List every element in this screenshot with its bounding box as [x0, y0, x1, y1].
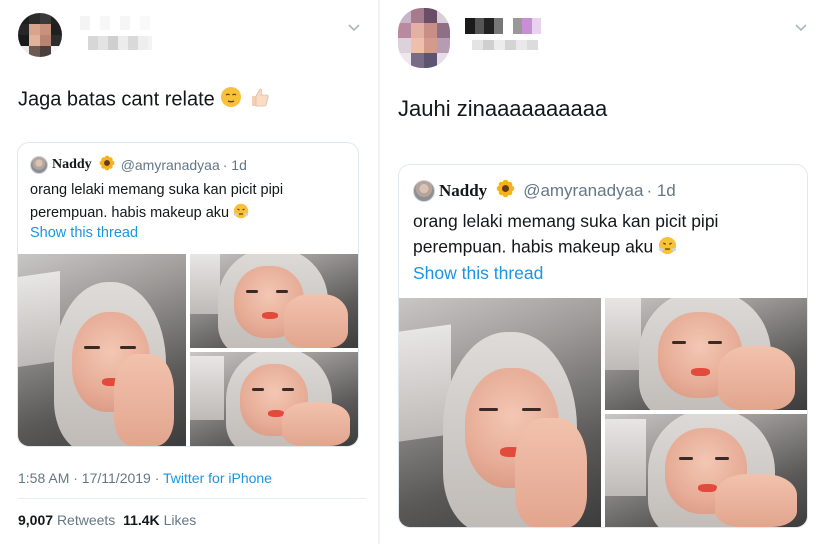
username[interactable] — [472, 40, 538, 50]
tweet-source[interactable]: Twitter for iPhone — [163, 470, 272, 486]
face-with-steam-emoji — [658, 236, 677, 260]
photo-2[interactable] — [605, 298, 807, 410]
media-grid[interactable] — [399, 298, 807, 527]
photo-3[interactable] — [190, 352, 358, 446]
quoted-tweet[interactable]: Naddy @amyranadyaa · 1d orang lelaki mem… — [398, 164, 808, 528]
media-grid[interactable] — [18, 254, 358, 446]
quoted-text-line1: orang lelaki memang suka kan picit pipi — [30, 182, 284, 198]
quoted-tweet[interactable]: Naddy @amyranadyaa · 1d orang lelaki mem… — [17, 142, 359, 447]
photo-1[interactable] — [18, 254, 186, 446]
quoted-text-line2: perempuan. habis makeup aku — [30, 203, 249, 223]
chevron-down-icon[interactable] — [794, 20, 808, 34]
tweet-text: Jauhi zinaaaaaaaaaa — [398, 96, 608, 121]
retweets-stat[interactable]: 9,007 Retweets — [18, 512, 115, 528]
quoted-time: · 1d — [222, 156, 247, 173]
likes-stat[interactable]: 11.4K Likes — [123, 512, 196, 528]
avatar[interactable] — [398, 8, 450, 68]
avatar[interactable] — [18, 13, 62, 57]
relieved-face-emoji — [220, 86, 242, 114]
tweet-stats: 9,007 Retweets 11.4K Likes — [18, 512, 196, 528]
quoted-handle[interactable]: @amyranadyaa — [121, 157, 220, 173]
display-name[interactable] — [465, 18, 541, 34]
tweet-meta: 1:58 AM · 17/11/2019 · Twitter for iPhon… — [18, 470, 272, 486]
quoted-avatar[interactable] — [30, 155, 48, 174]
quoted-handle[interactable]: @amyranadyaa — [523, 181, 643, 201]
sunflower-emoji — [496, 179, 515, 203]
quoted-avatar[interactable] — [413, 180, 435, 202]
tweet-text: Jaga batas cant relate — [18, 86, 270, 114]
thumbs-up-emoji — [248, 86, 270, 114]
tweet-timestamp[interactable]: 1:58 AM · 17/11/2019 · — [18, 470, 159, 486]
show-thread-link[interactable]: Show this thread — [30, 225, 138, 241]
photo-1[interactable] — [399, 298, 601, 527]
quoted-text-line1: orang lelaki memang suka kan picit pipi — [413, 211, 719, 231]
right-tweet-panel: Jauhi zinaaaaaaaaaa Naddy @amyranadyaa ·… — [380, 0, 830, 544]
sunflower-emoji — [99, 155, 115, 174]
separator — [18, 498, 366, 499]
show-thread-link[interactable]: Show this thread — [413, 263, 543, 284]
photo-3[interactable] — [605, 414, 807, 527]
face-with-steam-emoji — [233, 203, 249, 223]
username[interactable] — [88, 36, 152, 50]
quoted-name[interactable]: Naddy — [439, 181, 487, 201]
chevron-down-icon[interactable] — [347, 20, 361, 34]
quoted-name[interactable]: Naddy — [52, 157, 92, 173]
left-tweet-panel: Jaga batas cant relate Naddy @amyranadya… — [0, 0, 378, 544]
quoted-text-line2: perempuan. habis makeup aku — [413, 236, 677, 260]
quoted-time: · 1d — [646, 181, 676, 200]
display-name[interactable] — [70, 16, 150, 30]
photo-2[interactable] — [190, 254, 358, 348]
